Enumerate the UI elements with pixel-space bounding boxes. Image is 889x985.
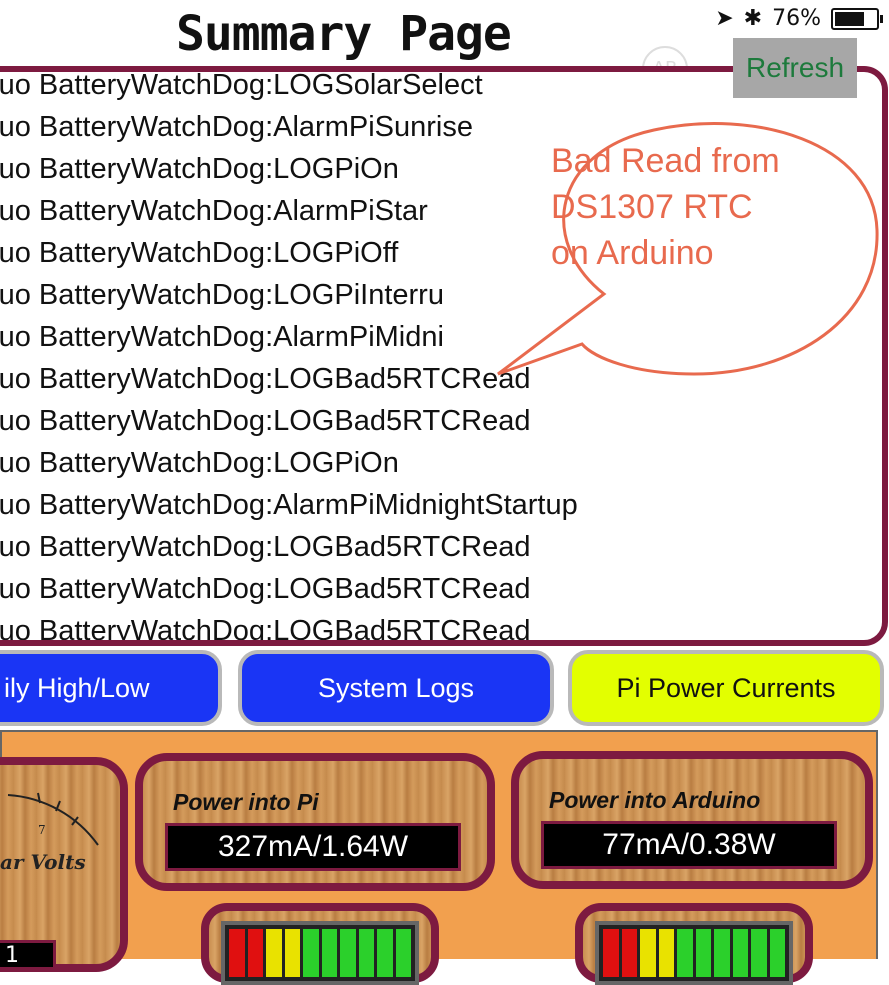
bluetooth-icon: ✱	[743, 6, 763, 31]
power-into-pi-card: Power into Pi 327mA/1.64W	[135, 753, 495, 891]
log-line: inuo BatteryWatchDog:LOGPiInterru	[0, 279, 444, 311]
log-line: inuo BatteryWatchDog:LOGBad5RTCRead	[0, 363, 531, 395]
meter-segment	[229, 929, 245, 977]
callout-text: Bad Read from DS1307 RTC on Arduino	[551, 138, 780, 276]
location-arrow-icon: ➤	[715, 6, 734, 31]
battery-fill	[835, 11, 864, 26]
pi-meter-bar	[221, 921, 419, 985]
log-line: inuo BatteryWatchDog:LOGBad5RTCRead	[0, 531, 531, 563]
meter-segment	[395, 929, 411, 977]
meter-segment	[247, 929, 263, 977]
log-line: inuo BatteryWatchDog:LOGBad5RTCRead	[0, 573, 531, 605]
pi-card-title: Power into Pi	[173, 789, 319, 815]
log-line: inuo BatteryWatchDog:LOGPiOn	[0, 447, 399, 479]
meter-segment	[640, 929, 656, 977]
log-line: inuo BatteryWatchDog:LOGSolarSelect	[0, 69, 483, 101]
arduino-meter-bar	[595, 921, 793, 985]
gauge-readout: 1	[0, 940, 56, 970]
arduino-power-readout: 77mA/0.38W	[541, 821, 837, 869]
meter-segment	[266, 929, 282, 977]
system-logs-button[interactable]: System Logs	[238, 650, 554, 726]
meter-segment	[677, 929, 693, 977]
log-line: inuo BatteryWatchDog:AlarmPiStar	[0, 195, 428, 227]
meter-segment	[377, 929, 393, 977]
meter-segment	[303, 929, 319, 977]
meter-segment	[714, 929, 730, 977]
meter-segment	[658, 929, 674, 977]
arduino-card-title: Power into Arduino	[549, 787, 761, 813]
pi-power-readout: 327mA/1.64W	[165, 823, 461, 871]
page-title: Summary Page	[176, 6, 512, 62]
pi-power-currents-button[interactable]: Pi Power Currents	[568, 650, 884, 726]
gauge-tick-label: 7	[38, 823, 46, 837]
callout-line-1: Bad Read from	[551, 142, 780, 180]
callout-line-2: DS1307 RTC	[551, 188, 753, 226]
meter-segment	[340, 929, 356, 977]
log-line: inuo BatteryWatchDog:LOGBad5RTCRead	[0, 615, 531, 646]
log-line: inuo BatteryWatchDog:LOGPiOn	[0, 153, 399, 185]
log-line: inuo BatteryWatchDog:AlarmPiSunrise	[0, 111, 473, 143]
daily-high-low-button[interactable]: ily High/Low	[0, 650, 222, 726]
log-line: inuo BatteryWatchDog:AlarmPiMidni	[0, 321, 444, 353]
meter-segment	[751, 929, 767, 977]
log-list: inuo BatteryWatchDog:LOGSolarSelect inuo …	[0, 69, 578, 646]
battery-percent: 76%	[772, 6, 821, 31]
gauge-label: ar Volts	[0, 850, 86, 874]
meter-segment	[769, 929, 785, 977]
power-into-arduino-card: Power into Arduino 77mA/0.38W	[511, 751, 873, 889]
log-line: inuo BatteryWatchDog:LOGPiOff	[0, 237, 399, 269]
meter-segment	[621, 929, 637, 977]
status-bar: ➤ ✱ 76%	[715, 6, 883, 31]
callout-line-3: on Arduino	[551, 234, 714, 272]
pi-current-meter	[201, 903, 439, 985]
arduino-current-meter	[575, 903, 813, 985]
log-line: inuo BatteryWatchDog:AlarmPiMidnightStar…	[0, 489, 578, 521]
meter-segment	[603, 929, 619, 977]
log-line: inuo BatteryWatchDog:LOGBad5RTCRead	[0, 405, 531, 437]
meter-segment	[732, 929, 748, 977]
meter-segment	[284, 929, 300, 977]
refresh-button[interactable]: Refresh	[733, 38, 857, 98]
meter-segment	[695, 929, 711, 977]
battery-icon	[831, 7, 883, 30]
meter-segment	[321, 929, 337, 977]
meter-segment	[358, 929, 374, 977]
